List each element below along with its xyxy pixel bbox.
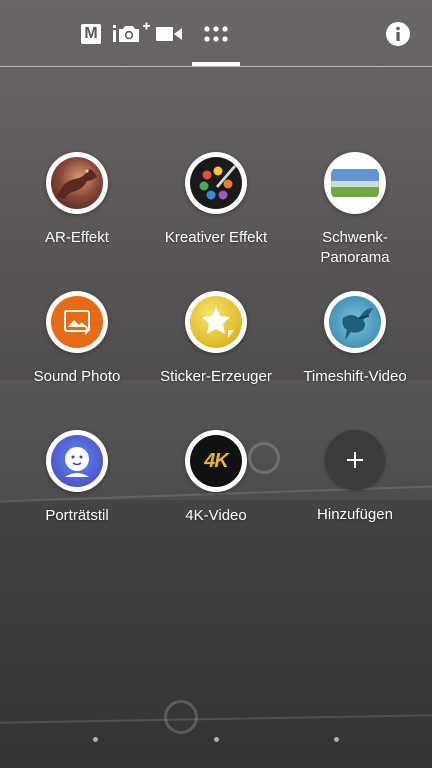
apps-grid-icon [204,26,228,42]
app-tile-creative-effect[interactable]: Kreativer Effekt [146,152,286,248]
app-label: AR-Effekt [45,229,109,246]
app-icon-frame [324,152,386,214]
manual-mode-label: M [84,25,98,42]
tab-photo[interactable] [112,22,152,46]
app-label: Hinzufügen [317,506,393,523]
background-ring [164,700,198,734]
tab-apps[interactable] [203,22,229,46]
manual-mode-icon: M [81,24,101,44]
app-label: Porträtstil [45,507,109,524]
app-tile-add[interactable]: Hinzufügen [285,430,425,525]
app-tile-4k-video[interactable]: 4K 4K-Video [146,430,286,526]
app-icon-frame [185,152,247,214]
4k-icon-text: 4K [204,449,229,472]
page-indicator-dot [93,737,98,742]
4k-icon: 4K [190,435,242,487]
info-icon [386,22,410,46]
info-button[interactable] [386,22,410,46]
app-label: Timeshift-Video [303,368,407,385]
page-indicator-dot [334,737,339,742]
app-icon-frame [185,291,247,353]
app-icon-frame [46,430,108,492]
page-indicator-dot [214,737,219,742]
app-tile-ar-effect[interactable]: AR-Effekt [7,152,147,248]
tab-manual[interactable]: M [80,22,102,46]
app-tile-portrait-style[interactable]: Porträtstil [7,430,147,526]
ar-effect-icon [51,157,103,209]
app-tile-sticker-creator[interactable]: Sticker-Erzeuger [146,291,286,387]
portrait-style-icon [51,435,103,487]
app-label: Schwenk- Panorama [320,229,390,266]
app-label: Kreativer Effekt [164,229,268,246]
app-tile-sound-photo[interactable]: Sound Photo [7,291,147,387]
top-divider [0,66,432,67]
app-icon-frame [324,291,386,353]
add-icon [347,452,363,468]
camera-plus-icon [113,22,150,42]
panorama-icon [329,157,381,209]
background-line [0,714,432,724]
app-icon-frame [46,291,108,353]
app-icon-frame: 4K [185,430,247,492]
add-button[interactable] [325,430,385,490]
tab-video[interactable] [154,22,184,46]
app-label: Sticker-Erzeuger [160,368,272,385]
app-label: 4K-Video [185,507,247,524]
sticker-icon [190,296,242,348]
app-icon-frame [46,152,108,214]
app-label: Sound Photo [33,368,121,385]
app-tile-timeshift-video[interactable]: Timeshift-Video [285,291,425,387]
video-camera-icon [156,27,182,41]
sound-photo-icon [51,296,103,348]
hummingbird-icon [329,296,381,348]
mode-bar: M [0,0,432,67]
palette-icon [190,157,242,209]
app-tile-sweep-panorama[interactable]: Schwenk- Panorama [285,152,425,268]
